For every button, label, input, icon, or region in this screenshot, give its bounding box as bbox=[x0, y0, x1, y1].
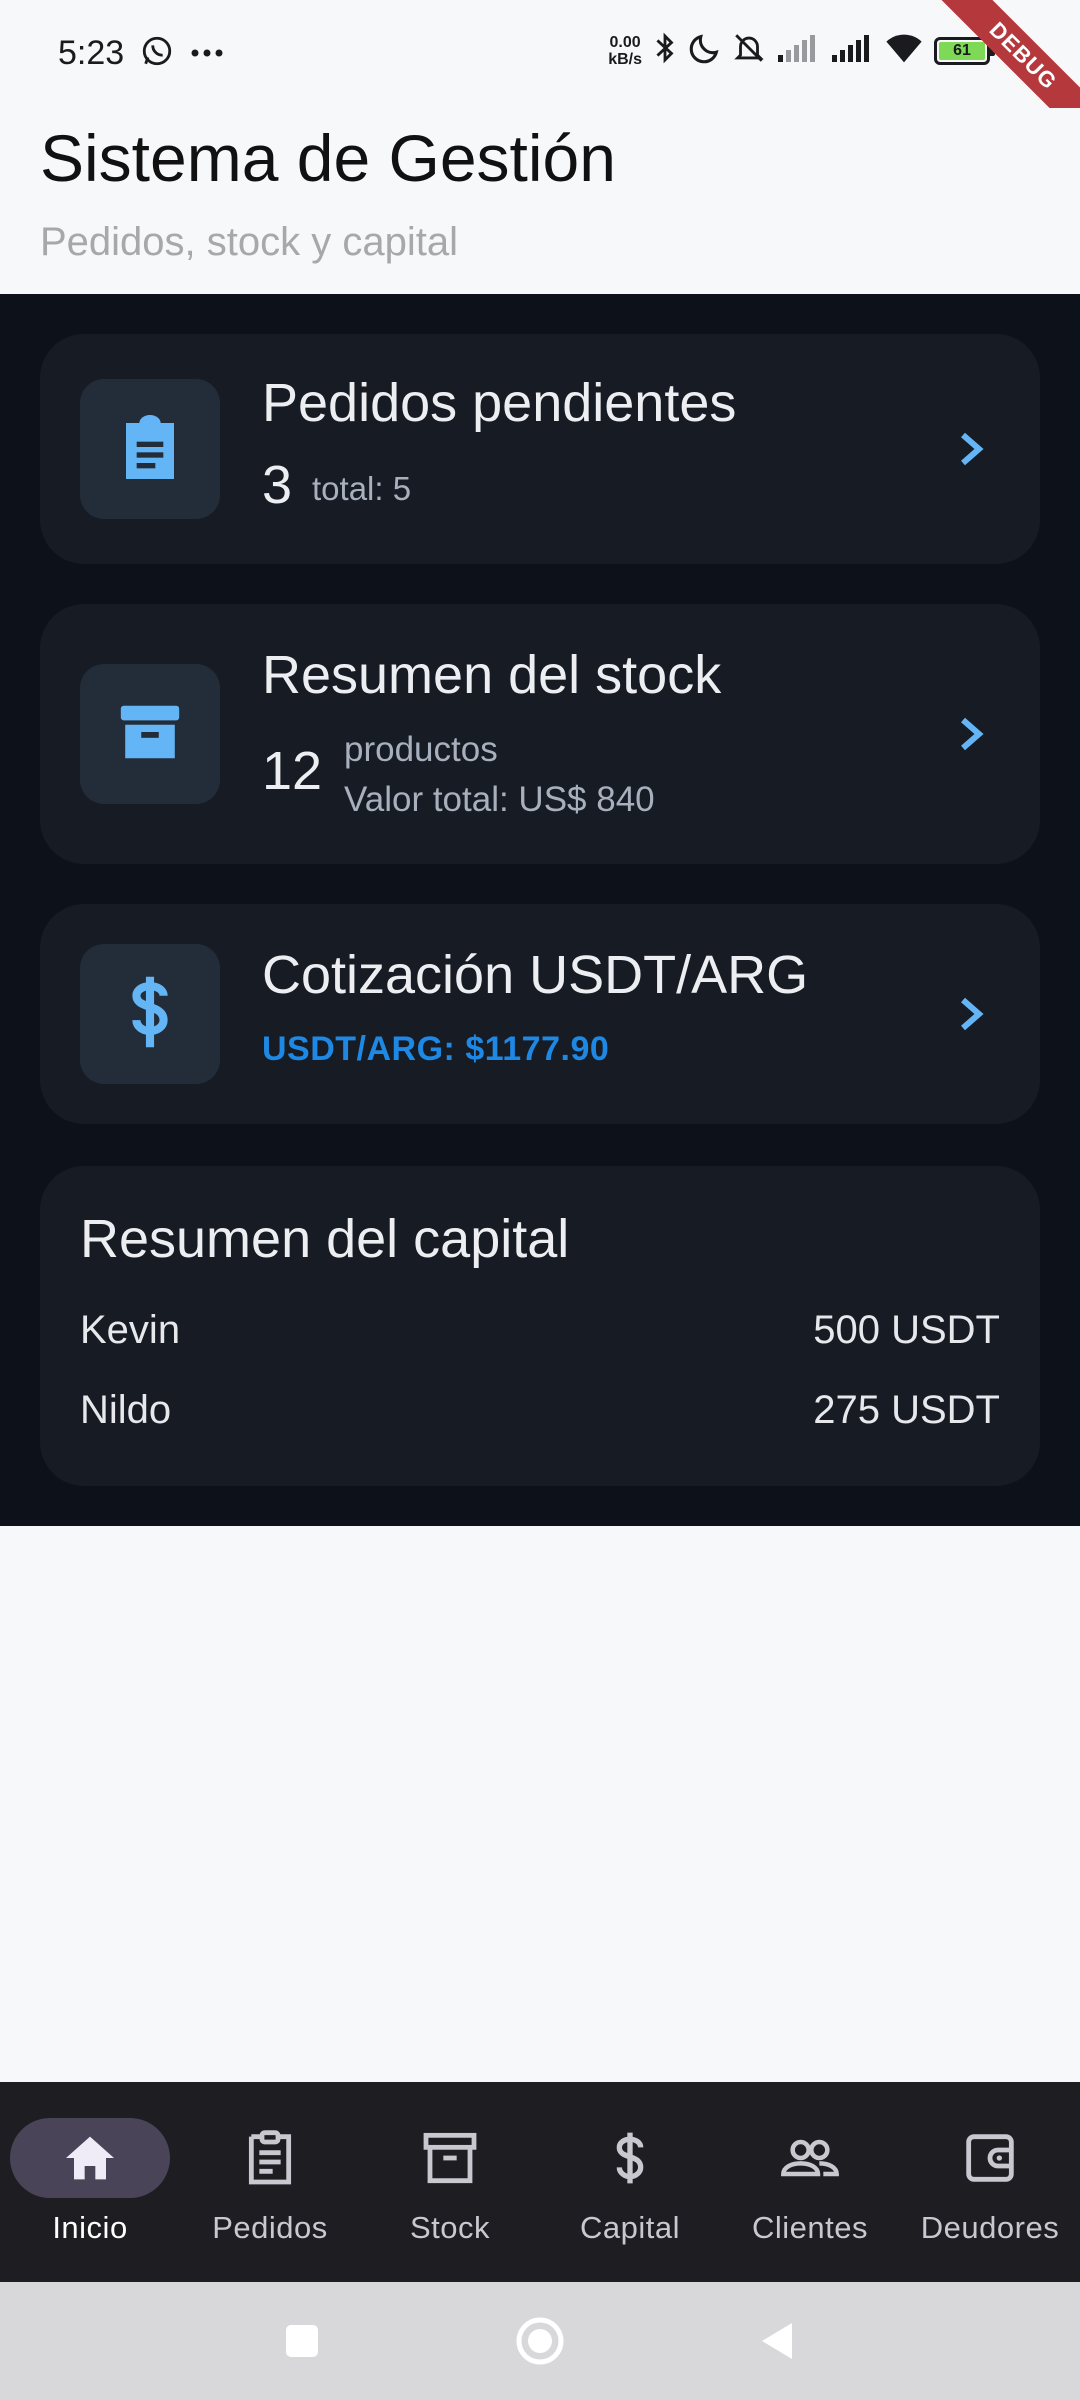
signal-2-icon bbox=[830, 33, 874, 68]
nav-label: Clientes bbox=[752, 2210, 868, 2245]
dashboard-content: Pedidos pendientes 3 total: 5 Resumen de… bbox=[0, 294, 1080, 1526]
nav-item-inicio[interactable]: Inicio bbox=[0, 2082, 180, 2282]
page-subtitle: Pedidos, stock y capital bbox=[40, 220, 458, 264]
cotizacion-rate[interactable]: USDT/ARG: $1177.90 bbox=[262, 1030, 609, 1069]
battery-level: 61 bbox=[939, 41, 985, 60]
archive-icon bbox=[423, 2132, 477, 2184]
wifi-icon bbox=[884, 32, 924, 69]
capital-name: Kevin bbox=[80, 1308, 181, 1352]
pedidos-total: total: 5 bbox=[312, 470, 412, 507]
more-dots-icon bbox=[190, 45, 224, 63]
nav-item-stock[interactable]: Stock bbox=[360, 2082, 540, 2282]
cotizacion-title: Cotización USDT/ARG bbox=[262, 945, 809, 1005]
capital-amount: 500 USDT bbox=[813, 1308, 1000, 1352]
capital-row: Kevin 500 USDT bbox=[80, 1308, 1000, 1353]
clipboard-icon bbox=[248, 2130, 292, 2185]
archive-icon bbox=[115, 697, 185, 772]
people-icon bbox=[781, 2139, 839, 2177]
nav-item-capital[interactable]: Capital bbox=[540, 2082, 720, 2282]
wallet-icon bbox=[966, 2134, 1014, 2182]
nav-label: Deudores bbox=[920, 2210, 1060, 2245]
stock-unit: productos bbox=[344, 730, 498, 769]
whatsapp-icon bbox=[140, 34, 174, 73]
pedidos-icon-box bbox=[80, 379, 220, 519]
dollar-icon bbox=[616, 2132, 644, 2184]
status-bar: 5:23 0.00 kB/s 61 DEBUG bbox=[0, 0, 1080, 151]
stock-card[interactable]: Resumen del stock 12 productos Valor tot… bbox=[40, 604, 1040, 864]
stock-total-value: Valor total: US$ 840 bbox=[344, 780, 655, 819]
pedidos-card[interactable]: Pedidos pendientes 3 total: 5 bbox=[40, 334, 1040, 564]
bottom-navigation: Inicio Pedidos Stock Capital Clientes De… bbox=[0, 2082, 1080, 2282]
clipboard-icon bbox=[118, 412, 182, 487]
status-left: 5:23 bbox=[58, 34, 224, 73]
system-navigation-bar bbox=[0, 2282, 1080, 2400]
chevron-right-icon bbox=[961, 717, 984, 751]
capital-title: Resumen del capital bbox=[80, 1209, 570, 1269]
back-button[interactable] bbox=[736, 2282, 816, 2400]
stock-count: 12 bbox=[262, 741, 323, 801]
square-icon bbox=[286, 2325, 318, 2357]
moon-icon bbox=[688, 31, 722, 70]
net-speed-unit: kB/s bbox=[608, 50, 642, 68]
nav-label: Capital bbox=[580, 2210, 680, 2245]
chevron-right-icon bbox=[961, 432, 984, 466]
home-button[interactable] bbox=[500, 2282, 580, 2400]
page-title: Sistema de Gestión bbox=[40, 121, 616, 195]
pedidos-title: Pedidos pendientes bbox=[262, 373, 737, 433]
stock-icon-box bbox=[80, 664, 220, 804]
app-header: Sistema de Gestión Pedidos, stock y capi… bbox=[0, 108, 1080, 294]
bluetooth-icon bbox=[652, 30, 678, 71]
cotizacion-card[interactable]: Cotización USDT/ARG USDT/ARG: $1177.90 bbox=[40, 904, 1040, 1124]
circle-icon bbox=[516, 2317, 564, 2365]
net-speed-value: 0.00 bbox=[609, 33, 641, 51]
chevron-right-icon bbox=[961, 997, 984, 1031]
capital-name: Nildo bbox=[80, 1388, 172, 1432]
stock-title: Resumen del stock bbox=[262, 645, 722, 705]
nav-label: Stock bbox=[409, 2210, 491, 2245]
nav-label: Inicio bbox=[52, 2210, 128, 2245]
dollar-icon bbox=[122, 974, 178, 1055]
capital-card: Resumen del capital Kevin 500 USDT Nildo… bbox=[40, 1166, 1040, 1486]
signal-1-icon bbox=[776, 33, 820, 68]
status-time: 5:23 bbox=[58, 34, 125, 72]
cotizacion-icon-box bbox=[80, 944, 220, 1084]
home-icon bbox=[66, 2136, 114, 2180]
status-right: 0.00 kB/s 61 bbox=[608, 30, 995, 71]
net-speed: 0.00 kB/s bbox=[608, 34, 642, 68]
app-screen: 5:23 0.00 kB/s 61 DEBUG Sistema de Gesti… bbox=[0, 0, 1080, 2400]
capital-amount: 275 USDT bbox=[813, 1388, 1000, 1432]
nav-label: Pedidos bbox=[212, 2210, 328, 2245]
capital-row: Nildo 275 USDT bbox=[80, 1388, 1000, 1433]
nav-item-clientes[interactable]: Clientes bbox=[720, 2082, 900, 2282]
triangle-back-icon bbox=[762, 2323, 792, 2359]
bell-off-icon bbox=[732, 31, 766, 70]
nav-item-deudores[interactable]: Deudores bbox=[900, 2082, 1080, 2282]
recents-button[interactable] bbox=[262, 2282, 342, 2400]
pedidos-count: 3 bbox=[262, 455, 293, 515]
nav-item-pedidos[interactable]: Pedidos bbox=[180, 2082, 360, 2282]
